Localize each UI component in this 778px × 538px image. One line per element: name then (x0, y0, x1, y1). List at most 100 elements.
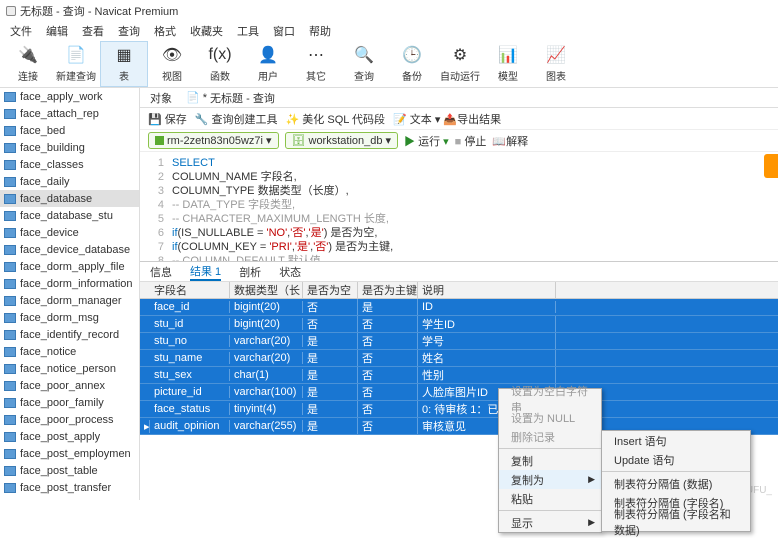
table-icon (4, 177, 16, 187)
sidebar-item[interactable]: face_post_apply (0, 428, 139, 445)
toolbar-模型[interactable]: 📊模型 (484, 41, 532, 87)
context-submenu: Insert 语句Update 语句制表符分隔值 (数据)制表符分隔值 (字段名… (601, 430, 751, 532)
sidebar-item[interactable]: face_post_transfer (0, 479, 139, 496)
side-badge[interactable] (764, 154, 778, 178)
sidebar-item[interactable]: face_post_employmen (0, 445, 139, 462)
tab-objects[interactable]: 对象 (146, 90, 176, 106)
grid-row[interactable]: stu_idbigint(20)否否学生ID (140, 316, 778, 333)
db-selector[interactable]: 🗄workstation_db ▾ (285, 132, 399, 149)
sidebar-item[interactable]: face_attach_rep (0, 105, 139, 122)
sidebar[interactable]: face_apply_workface_attach_repface_bedfa… (0, 88, 140, 500)
toolbar-图表[interactable]: 📈图表 (532, 41, 580, 87)
sidebar-item[interactable]: face_apply_work (0, 88, 139, 105)
toolbar-自动运行[interactable]: ⚙自动运行 (436, 41, 484, 87)
sidebar-item[interactable]: face_dorm_manager (0, 292, 139, 309)
run-button[interactable]: ▶ 运行 ▾ (404, 133, 449, 149)
table-icon (4, 194, 16, 204)
sidebar-item[interactable]: face_identify_record (0, 326, 139, 343)
sidebar-item[interactable]: face_dorm_information (0, 275, 139, 292)
table-icon (4, 228, 16, 238)
tab-result1[interactable]: 结果 1 (190, 263, 221, 281)
sidebar-item[interactable]: face_post_table (0, 462, 139, 479)
menu-query[interactable]: 查询 (118, 23, 140, 39)
menu-tools[interactable]: 工具 (237, 23, 259, 39)
grid-row[interactable]: picture_idvarchar(100)是否人脸库图片ID (140, 384, 778, 401)
grid-row[interactable]: stu_novarchar(20)是否学号 (140, 333, 778, 350)
toolbar-备份[interactable]: 🕒备份 (388, 41, 436, 87)
sidebar-item[interactable]: face_notice (0, 343, 139, 360)
sidebar-item[interactable]: face_building (0, 139, 139, 156)
sidebar-item[interactable]: face_poor_family (0, 394, 139, 411)
table-icon (4, 347, 16, 357)
sidebar-item[interactable]: face_database_stu (0, 207, 139, 224)
grid-row[interactable]: stu_namevarchar(20)是否姓名 (140, 350, 778, 367)
tab-status[interactable]: 状态 (279, 264, 301, 280)
server-selector[interactable]: rm-2zetn83n05wz7i ▾ (148, 132, 279, 149)
menu-edit[interactable]: 编辑 (46, 23, 68, 39)
toolbar-用户[interactable]: 👤用户 (244, 41, 292, 87)
sidebar-item[interactable]: face_record_workstudy (0, 496, 139, 500)
menu-window[interactable]: 窗口 (273, 23, 295, 39)
sidebar-item[interactable]: face_database (0, 190, 139, 207)
ctx-sub-item[interactable]: 制表符分隔值 (字段名) (602, 493, 750, 512)
ctx-item[interactable]: 设置为空白字符串 (499, 389, 601, 408)
menu-file[interactable]: 文件 (10, 23, 32, 39)
sidebar-item[interactable]: face_daily (0, 173, 139, 190)
ctx-sub-item[interactable]: Insert 语句 (602, 431, 750, 450)
table-icon (4, 296, 16, 306)
ctx-item[interactable]: 显示▶ (499, 513, 601, 532)
menu-view[interactable]: 查看 (82, 23, 104, 39)
sidebar-item[interactable]: face_device_database (0, 241, 139, 258)
toolbar-连接[interactable]: 🔌连接 (4, 41, 52, 87)
table-icon (4, 211, 16, 221)
table-icon (4, 364, 16, 374)
ctx-item[interactable]: 复制为▶ (499, 470, 601, 489)
text-button[interactable]: 📝 文本 ▾ 📤导出结果 (393, 111, 501, 127)
ctx-sub-item[interactable]: 制表符分隔值 (字段名和数据) (602, 512, 750, 531)
ctx-item[interactable]: 删除记录 (499, 427, 601, 446)
toolbar-表[interactable]: ▦表 (100, 41, 148, 87)
grid-row[interactable]: face_statustinyint(4)是否0: 待审核 1：已通过 (140, 401, 778, 418)
menu-help[interactable]: 帮助 (309, 23, 331, 39)
connection-row: rm-2zetn83n05wz7i ▾ 🗄workstation_db ▾ ▶ … (140, 130, 778, 152)
stop-button: ■ 停止 (455, 133, 487, 149)
ctx-item[interactable]: 复制 (499, 451, 601, 470)
ctx-sub-item[interactable]: Update 语句 (602, 450, 750, 469)
explain-button[interactable]: 📖解释 (492, 133, 528, 149)
result-grid[interactable]: 字段名数据类型（长是否为空是否为主键说明face_idbigint(20)否是I… (140, 282, 778, 435)
ctx-item[interactable]: 粘贴 (499, 489, 601, 508)
sidebar-item[interactable]: face_dorm_msg (0, 309, 139, 326)
toolbar-函数[interactable]: f(x)函数 (196, 41, 244, 87)
context-menu: 设置为空白字符串设置为 NULL删除记录复制复制为▶粘贴显示▶ (498, 388, 602, 533)
toolbar-其它[interactable]: ⋯其它 (292, 41, 340, 87)
sidebar-item[interactable]: face_poor_process (0, 411, 139, 428)
tab-info[interactable]: 信息 (150, 264, 172, 280)
beautify-button[interactable]: ✨ 美化 SQL 代码段 (286, 111, 386, 127)
sidebar-item[interactable]: face_dorm_apply_file (0, 258, 139, 275)
table-icon (4, 330, 16, 340)
tab-profile[interactable]: 剖析 (239, 264, 261, 280)
sidebar-item[interactable]: face_poor_annex (0, 377, 139, 394)
ctx-sub-item[interactable]: 制表符分隔值 (数据) (602, 474, 750, 493)
tab-query[interactable]: 📄 * 无标题 - 查询 (182, 90, 279, 106)
window-title: 无标题 - 查询 - Navicat Premium (20, 3, 178, 19)
sidebar-item[interactable]: face_notice_person (0, 360, 139, 377)
sidebar-item[interactable]: face_classes (0, 156, 139, 173)
sidebar-item[interactable]: face_device (0, 224, 139, 241)
grid-row[interactable]: stu_sexchar(1)是否性别 (140, 367, 778, 384)
save-button[interactable]: 💾 保存 (148, 111, 187, 127)
ctx-item[interactable]: 设置为 NULL (499, 408, 601, 427)
sql-editor[interactable]: 1SELECT2 COLUMN_NAME 字段名,3 COLUMN_TYPE 数… (140, 152, 778, 262)
grid-row[interactable]: face_idbigint(20)否是ID (140, 299, 778, 316)
toolbar-查询[interactable]: 🔍查询 (340, 41, 388, 87)
table-icon (4, 449, 16, 459)
sidebar-item[interactable]: face_bed (0, 122, 139, 139)
builder-button[interactable]: 🔧 查询创建工具 (195, 111, 278, 127)
table-icon (4, 381, 16, 391)
editor-tabs: 对象 📄 * 无标题 - 查询 (140, 88, 778, 108)
table-icon (4, 262, 16, 272)
menu-format[interactable]: 格式 (154, 23, 176, 39)
menu-fav[interactable]: 收藏夹 (190, 23, 223, 39)
toolbar-视图[interactable]: 👁视图 (148, 41, 196, 87)
toolbar-新建查询[interactable]: 📄新建查询 (52, 41, 100, 87)
